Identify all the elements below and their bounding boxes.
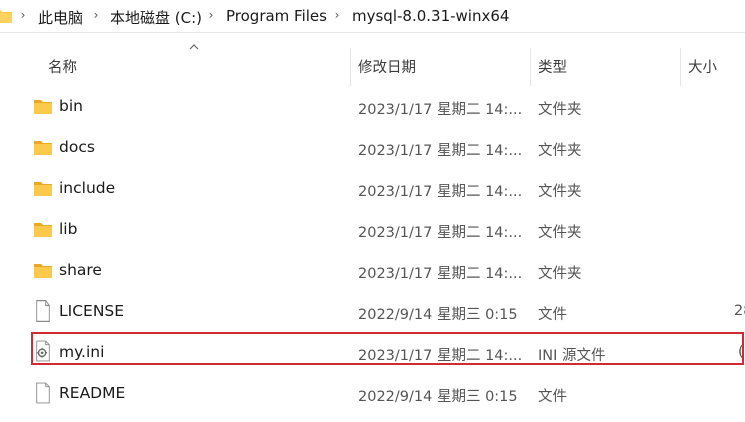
chevron-right-icon[interactable]: › (91, 8, 101, 22)
column-divider[interactable] (530, 48, 531, 86)
file-type: 文件夹 (538, 143, 582, 159)
column-header-name[interactable]: 名称 (48, 56, 77, 77)
file-name[interactable]: lib (59, 220, 77, 238)
file-modified: 2023/1/17 星期二 14:... (358, 102, 523, 118)
file-name[interactable]: include (59, 179, 115, 197)
column-divider[interactable] (350, 48, 351, 86)
file-type: 文件夹 (538, 225, 582, 241)
file-modified: 2023/1/17 星期二 14:... (358, 143, 523, 159)
file-modified: 2023/1/17 星期二 14:... (358, 225, 523, 241)
file-row[interactable]: include 2023/1/17 星期二 14:... 文件夹 (0, 168, 745, 209)
breadcrumb-item-local-disk[interactable]: 本地磁盘 (C:) (110, 7, 202, 28)
column-header-size[interactable]: 大小 (688, 56, 717, 77)
column-header: 名称 修改日期 类型 大小 (0, 42, 745, 92)
file-name[interactable]: LICENSE (59, 302, 124, 320)
sort-ascending-icon (189, 44, 199, 50)
folder-icon (34, 100, 52, 114)
breadcrumb-item-this-pc[interactable]: 此电脑 (38, 7, 83, 28)
breadcrumb-item-program-files[interactable]: Program Files (226, 7, 327, 25)
file-row[interactable]: lib 2023/1/17 星期二 14:... 文件夹 (0, 209, 745, 250)
column-divider[interactable] (680, 48, 681, 86)
chevron-right-icon[interactable]: › (332, 8, 342, 22)
folder-icon (34, 223, 52, 237)
folder-icon (34, 264, 52, 278)
file-modified: 2023/1/17 星期二 14:... (358, 184, 523, 200)
file-row[interactable]: README 2022/9/14 星期三 0:15 文件 (0, 373, 745, 414)
file-type: 文件 (538, 389, 567, 405)
file-name[interactable]: docs (59, 138, 95, 156)
column-header-type[interactable]: 类型 (538, 56, 567, 77)
file-row[interactable]: bin 2023/1/17 星期二 14:... 文件夹 (0, 86, 745, 127)
file-name[interactable]: bin (59, 97, 83, 115)
folder-icon (34, 182, 52, 196)
file-type: 文件夹 (538, 102, 582, 118)
file-icon (36, 300, 50, 322)
file-type: 文件夹 (538, 266, 582, 282)
chevron-right-icon: › (20, 8, 26, 22)
column-header-modified[interactable]: 修改日期 (358, 56, 416, 77)
file-modified: 2023/1/17 星期二 14:... (358, 266, 523, 282)
breadcrumb: › 此电脑 › 本地磁盘 (C:) › Program Files › mysq… (0, 0, 745, 33)
folder-icon (0, 10, 12, 23)
highlight-annotation (31, 332, 744, 365)
file-size: 281 (734, 303, 745, 319)
breadcrumb-item-current-folder[interactable]: mysql-8.0.31-winx64 (352, 7, 509, 25)
file-modified: 2022/9/14 星期三 0:15 (358, 389, 518, 405)
file-name[interactable]: README (59, 384, 125, 402)
file-icon (36, 382, 50, 404)
file-name[interactable]: share (59, 261, 102, 279)
file-row[interactable]: share 2023/1/17 星期二 14:... 文件夹 (0, 250, 745, 291)
folder-icon (34, 141, 52, 155)
file-type: 文件 (538, 307, 567, 323)
file-row[interactable]: docs 2023/1/17 星期二 14:... 文件夹 (0, 127, 745, 168)
chevron-right-icon[interactable]: › (206, 8, 216, 22)
file-modified: 2022/9/14 星期三 0:15 (358, 307, 518, 323)
file-row[interactable]: LICENSE 2022/9/14 星期三 0:15 文件 281 (0, 291, 745, 332)
file-type: 文件夹 (538, 184, 582, 200)
